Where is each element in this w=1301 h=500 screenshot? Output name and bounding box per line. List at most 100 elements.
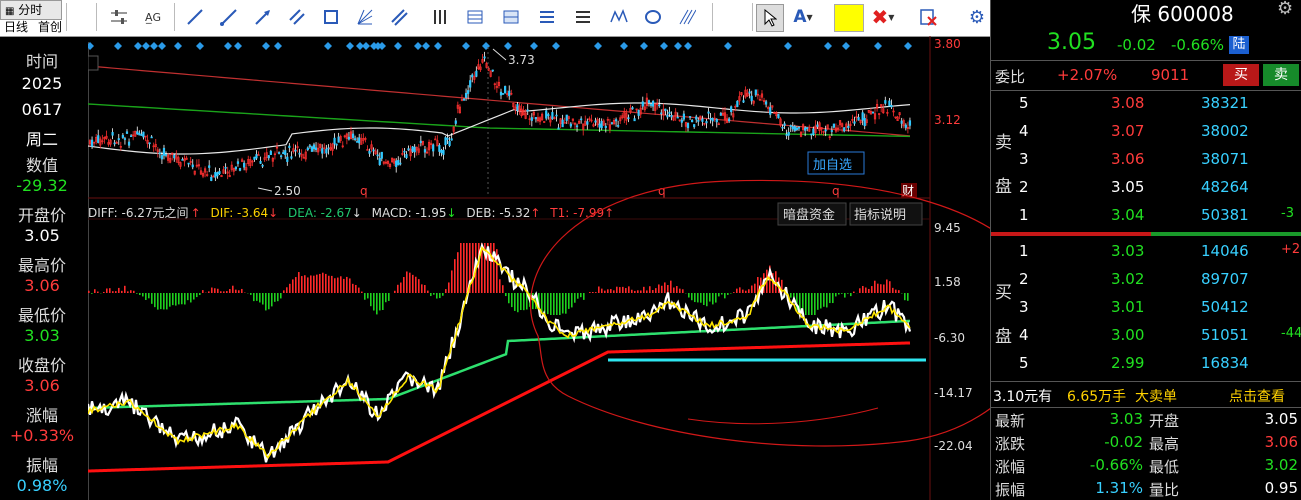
event-marker[interactable]	[784, 42, 792, 50]
candle-body	[286, 156, 289, 162]
event-marker[interactable]	[640, 42, 648, 50]
event-marker[interactable]	[620, 42, 628, 50]
big-order-volume: 6.65万手	[1067, 389, 1127, 405]
event-marker[interactable]	[414, 42, 422, 50]
histogram-bar	[832, 293, 834, 304]
big-order-link[interactable]: 点击查看	[1229, 386, 1285, 406]
asks-price-1[interactable]: 3.07	[1111, 122, 1144, 140]
event-marker[interactable]	[674, 42, 682, 50]
event-marker[interactable]	[530, 42, 538, 50]
color-picker-button[interactable]	[834, 4, 864, 32]
q-marker-2[interactable]: q	[658, 184, 666, 198]
bars-tool-icon[interactable]	[428, 4, 454, 30]
arrow-tool-icon[interactable]	[250, 4, 276, 30]
event-marker[interactable]	[262, 42, 270, 50]
bids-price-4[interactable]: 2.99	[1111, 354, 1144, 372]
bids-price-3[interactable]: 3.00	[1111, 326, 1144, 344]
tab-timeshare[interactable]: ▦ 分时	[0, 0, 62, 20]
asks-price-0[interactable]: 3.08	[1111, 94, 1144, 112]
wave-tool-icon[interactable]	[606, 4, 632, 30]
event-marker[interactable]	[422, 42, 430, 50]
text-style-icon[interactable]: A̲G	[140, 4, 166, 30]
event-marker[interactable]	[150, 42, 158, 50]
histogram-bar	[679, 288, 681, 293]
event-marker[interactable]	[346, 42, 354, 50]
candle-body	[464, 93, 468, 98]
event-marker[interactable]	[134, 42, 142, 50]
text-tool-icon[interactable]: A ▼	[790, 4, 816, 30]
event-marker[interactable]	[482, 42, 490, 50]
event-marker[interactable]	[274, 42, 282, 50]
amp-label: 振幅	[25, 456, 58, 475]
ellipse-tool-icon[interactable]	[640, 4, 666, 30]
event-marker[interactable]	[114, 42, 122, 50]
asks-price-4[interactable]: 3.04	[1111, 206, 1144, 224]
event-markers[interactable]	[88, 42, 912, 50]
tab-daily[interactable]: 日线	[0, 18, 32, 36]
settings-icon[interactable]: ⚙	[1277, 0, 1293, 19]
stat-value-b-0: 3.05	[1264, 410, 1298, 428]
event-marker[interactable]	[378, 42, 386, 50]
event-marker[interactable]	[904, 42, 912, 50]
histogram-bar	[610, 289, 612, 293]
asks-price-2[interactable]: 3.06	[1111, 150, 1144, 168]
chart-settings-icon[interactable]	[88, 55, 99, 71]
parallel-tool-icon[interactable]	[386, 4, 412, 30]
delete-drawings-icon[interactable]	[916, 4, 942, 30]
fan-tool-icon[interactable]	[352, 4, 378, 30]
event-marker[interactable]	[660, 42, 668, 50]
event-marker[interactable]	[724, 42, 732, 50]
fibonacci-tool-icon[interactable]	[498, 4, 524, 30]
event-marker[interactable]	[684, 42, 692, 50]
bids-price-0[interactable]: 3.03	[1111, 242, 1144, 260]
histogram-bar	[208, 291, 210, 293]
q-marker-1[interactable]: q	[360, 184, 368, 198]
settings-icon[interactable]: ⚙	[964, 4, 990, 30]
candle-body	[136, 131, 139, 135]
lu-badge[interactable]: 陆	[1229, 36, 1249, 54]
bids-price-2[interactable]: 3.01	[1111, 298, 1144, 316]
rectangle-tool-icon[interactable]	[318, 4, 344, 30]
channel-tool-icon[interactable]	[284, 4, 310, 30]
levels-tool-icon[interactable]	[534, 4, 560, 30]
histogram-bar	[604, 290, 606, 293]
candle-body	[670, 114, 673, 118]
bids-price-1[interactable]: 3.02	[1111, 270, 1144, 288]
tab-home[interactable]: 首创	[34, 18, 66, 36]
event-marker[interactable]	[224, 42, 232, 50]
hatch-tool-icon[interactable]	[674, 4, 700, 30]
cursor-icon[interactable]	[756, 4, 784, 32]
q-marker-3[interactable]: q	[832, 184, 840, 198]
histogram-bar	[211, 287, 213, 293]
event-marker[interactable]	[874, 42, 882, 50]
line-tool-icon[interactable]	[182, 4, 208, 30]
event-marker[interactable]	[362, 42, 370, 50]
segment-tool-icon[interactable]	[216, 4, 242, 30]
histogram-bar	[373, 293, 375, 311]
asks-price-3[interactable]: 3.05	[1111, 178, 1144, 196]
event-marker[interactable]	[504, 42, 512, 50]
stock-title: 保 600008	[1131, 2, 1234, 26]
event-marker[interactable]	[196, 42, 204, 50]
adjust-icon[interactable]	[106, 4, 132, 30]
event-marker[interactable]	[88, 42, 94, 50]
event-marker[interactable]	[174, 42, 182, 50]
event-marker[interactable]	[324, 42, 332, 50]
gann-tool-icon[interactable]	[462, 4, 488, 30]
event-marker[interactable]	[158, 42, 166, 50]
candle-body	[327, 147, 330, 150]
event-marker[interactable]	[434, 42, 442, 50]
buy-button[interactable]: 买	[1223, 64, 1259, 86]
event-marker[interactable]	[842, 42, 850, 50]
event-marker[interactable]	[594, 42, 602, 50]
sell-button[interactable]: 卖	[1263, 64, 1299, 86]
event-marker[interactable]	[394, 42, 402, 50]
event-marker[interactable]	[824, 42, 832, 50]
event-marker[interactable]	[552, 42, 560, 50]
hlines-tool-icon[interactable]	[570, 4, 596, 30]
delete-icon[interactable]: ✖ ▼	[870, 4, 896, 30]
chart-area[interactable]: 3.73 2.50 q q q 财 加自选 3.80 3.12 DIFF: -6…	[88, 36, 990, 500]
event-marker[interactable]	[142, 42, 150, 50]
event-marker[interactable]	[462, 42, 470, 50]
event-marker[interactable]	[234, 42, 242, 50]
